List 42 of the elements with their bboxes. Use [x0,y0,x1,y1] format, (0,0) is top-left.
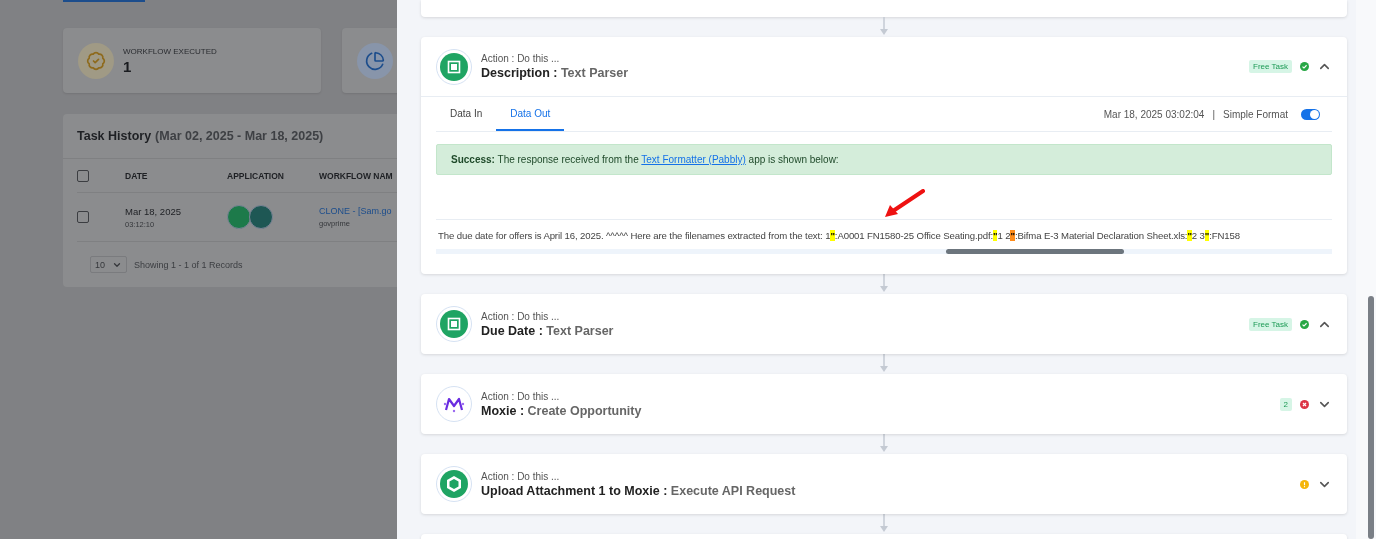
step-caption: Action : Do this ... [481,310,561,322]
app-icon [227,205,251,229]
badge-check-icon [86,50,106,71]
step-title: Description : Text Parser [481,66,630,80]
data-tab[interactable]: Data In [436,97,497,131]
select-all-checkbox[interactable] [77,169,89,182]
horizontal-scrollbar[interactable] [436,249,1332,254]
step-title: Due Date : Text Parser [481,323,615,338]
page-size-select[interactable]: 10 [90,256,127,273]
date-cell-text: Mar 18, 2025 [125,205,182,217]
alert-message: Success: The response received from the Text Formatter (Pabbly) app is shown below: [451,154,839,165]
column-header: APPLICATION [227,170,285,181]
task-badge: Free Task [1249,60,1292,73]
column-header: WORKFLOW NAM [319,170,393,181]
app-icon [249,205,273,229]
records-summary: Showing 1 - 1 of 1 Records [134,259,243,270]
step-caption: Action : Do this ... [481,390,561,402]
timestamp: Mar 18, 2025 03:02:04 [1103,108,1205,120]
connector-arrow [879,434,889,454]
dotted-m-icon [443,395,465,413]
data-tab[interactable]: Data Out [496,97,565,131]
step-caption: Action : Do this ... [481,53,561,64]
task-badge: Free Task [1249,317,1292,331]
app-link[interactable]: Text Formatter (Pabbly) [641,154,746,165]
step-title: Moxie : Create Opportunity [481,403,643,418]
format-label: Simple Format [1223,108,1288,120]
workflow-link[interactable]: CLONE - [Sam.go [319,206,392,216]
separator: | [1212,108,1215,120]
connector-arrow [879,17,889,37]
stat-label: WORKFLOW EXECUTED [123,46,217,56]
column-header: DATE [125,170,149,181]
connector-arrow [879,514,889,534]
stat-value: 1 [123,57,133,75]
step-title: Upload Attachment 1 to Moxie : Execute API Request [481,483,797,498]
format-toggle[interactable] [1301,108,1320,120]
task-badge: 2 [1279,397,1292,411]
pie-chart-icon [365,50,385,71]
step-caption: Action : Do this ... [481,470,561,482]
pointer-arrow [883,189,925,219]
row-checkbox[interactable] [77,211,89,223]
connector-arrow [879,274,889,294]
connector-arrow [879,354,889,374]
